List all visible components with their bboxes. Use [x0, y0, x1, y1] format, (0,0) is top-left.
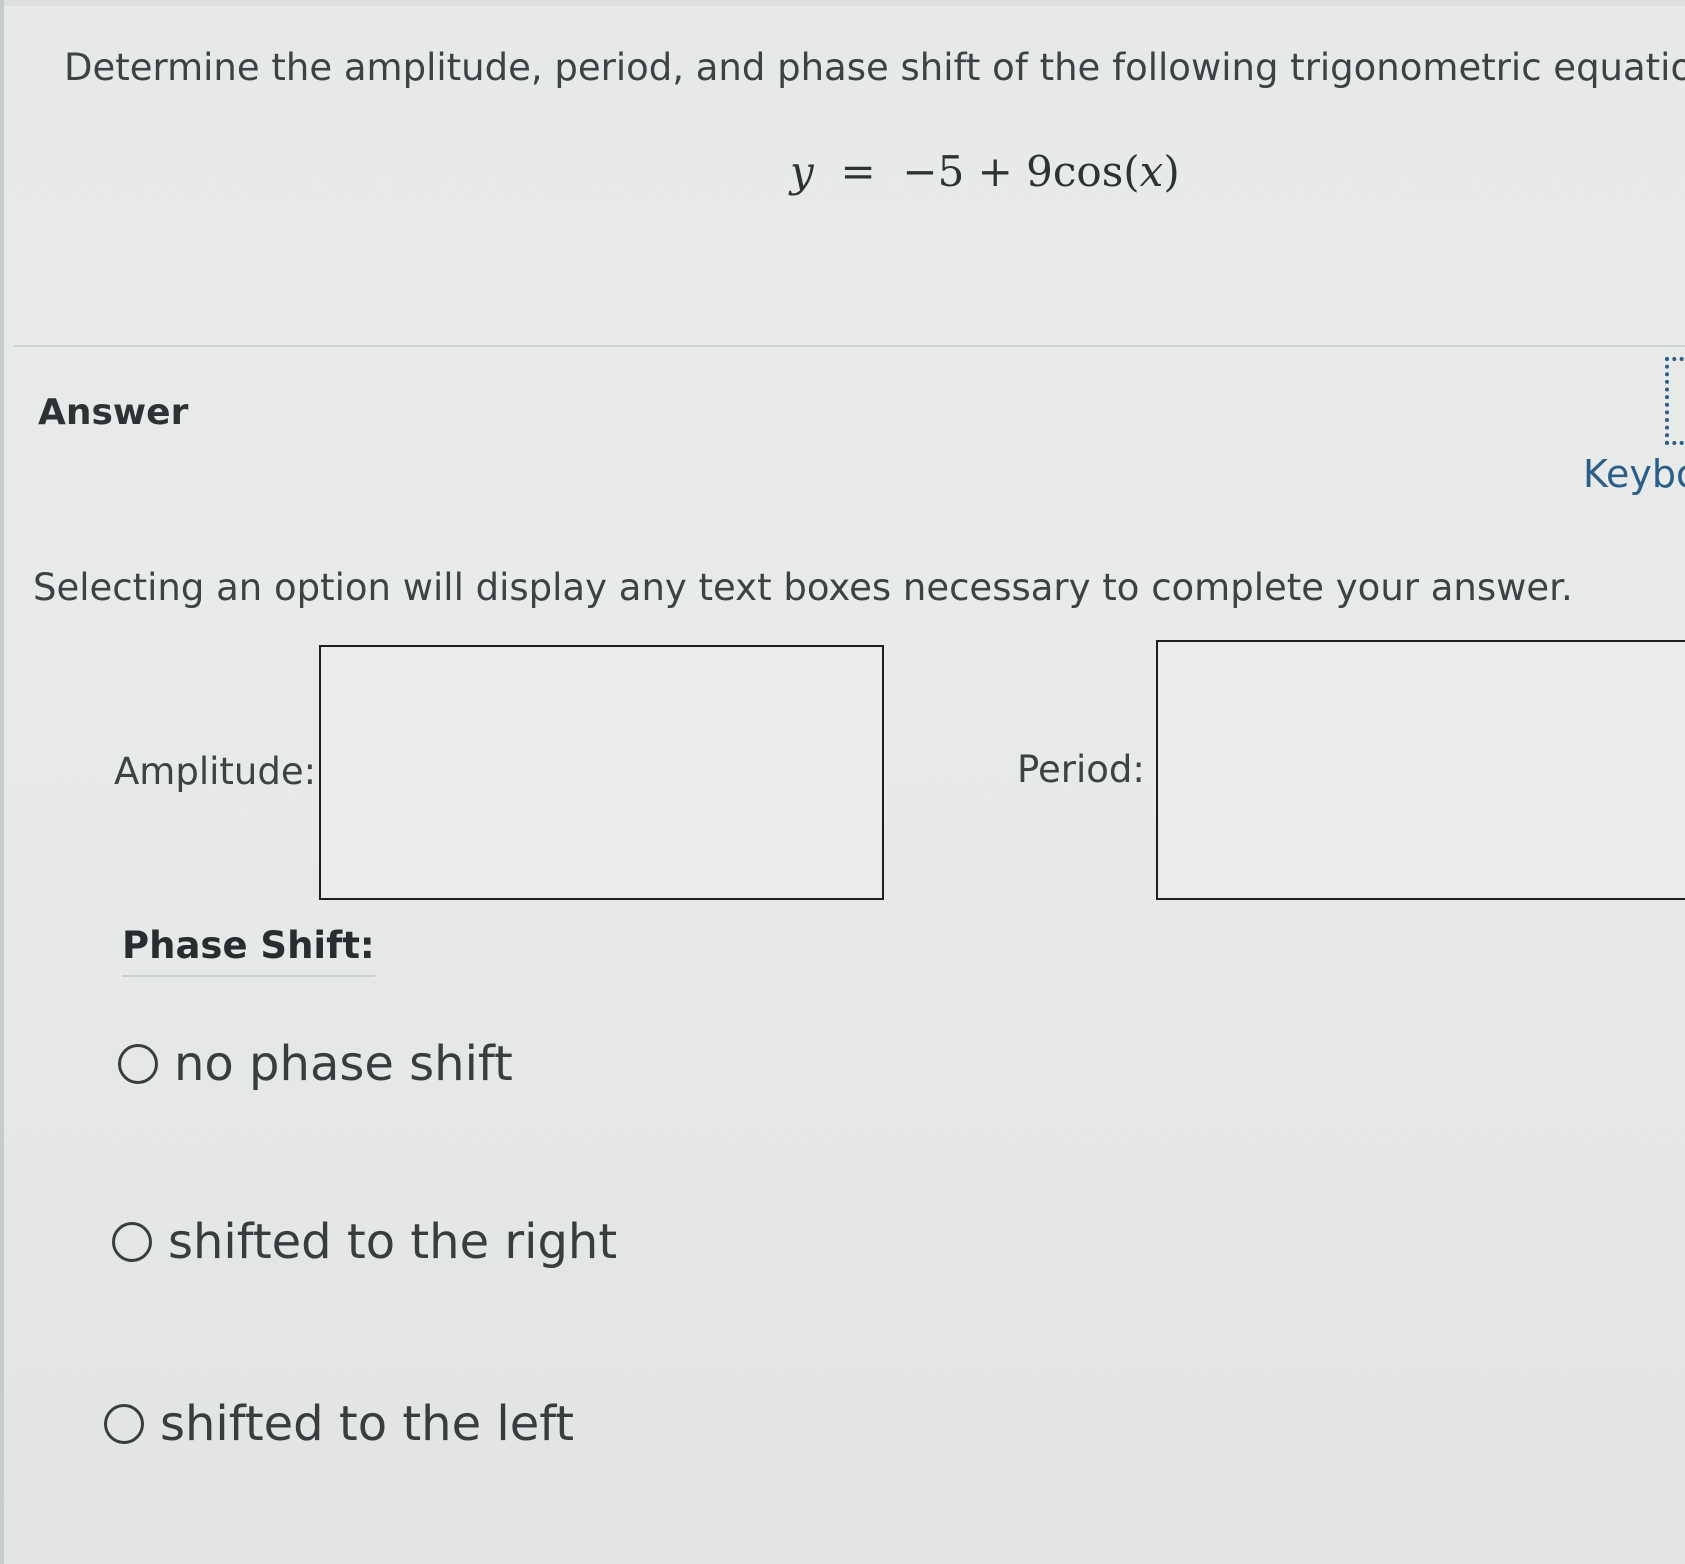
keyboard-link[interactable]: Keybo	[1583, 452, 1685, 496]
equation-lhs: y	[790, 147, 814, 196]
option-label: shifted to the left	[160, 1396, 575, 1452]
equation-equals: =	[840, 147, 876, 196]
phase-shift-heading: Phase Shift:	[122, 924, 375, 977]
option-no-phase-shift[interactable]: no phase shift	[118, 1036, 513, 1092]
radio-circle-icon[interactable]	[104, 1404, 144, 1444]
option-shifted-left[interactable]: shifted to the left	[104, 1396, 574, 1452]
radio-circle-icon[interactable]	[112, 1222, 152, 1262]
option-shifted-right[interactable]: shifted to the right	[112, 1214, 617, 1270]
amplitude-label: Amplitude:	[114, 750, 317, 793]
section-divider	[14, 345, 1685, 347]
amplitude-input[interactable]	[319, 645, 884, 900]
keyboard-icon[interactable]	[1665, 357, 1685, 445]
option-label: no phase shift	[174, 1036, 513, 1092]
equation-rhs-prefix: −5 + 9cos(	[902, 147, 1140, 196]
equation-rhs-var: x	[1139, 147, 1164, 196]
page-left-edge	[0, 0, 4, 1564]
page-top-edge	[0, 0, 1685, 6]
option-label: shifted to the right	[168, 1214, 618, 1270]
question-prompt: Determine the amplitude, period, and pha…	[64, 46, 1685, 89]
radio-circle-icon[interactable]	[118, 1044, 158, 1084]
period-input[interactable]	[1156, 640, 1685, 900]
answer-heading: Answer	[38, 392, 189, 433]
answer-instructions: Selecting an option will display any tex…	[33, 566, 1573, 609]
period-label: Period:	[1017, 748, 1145, 791]
equation: y = −5 + 9cos(x)	[790, 147, 1180, 196]
equation-rhs-suffix: )	[1163, 147, 1180, 196]
